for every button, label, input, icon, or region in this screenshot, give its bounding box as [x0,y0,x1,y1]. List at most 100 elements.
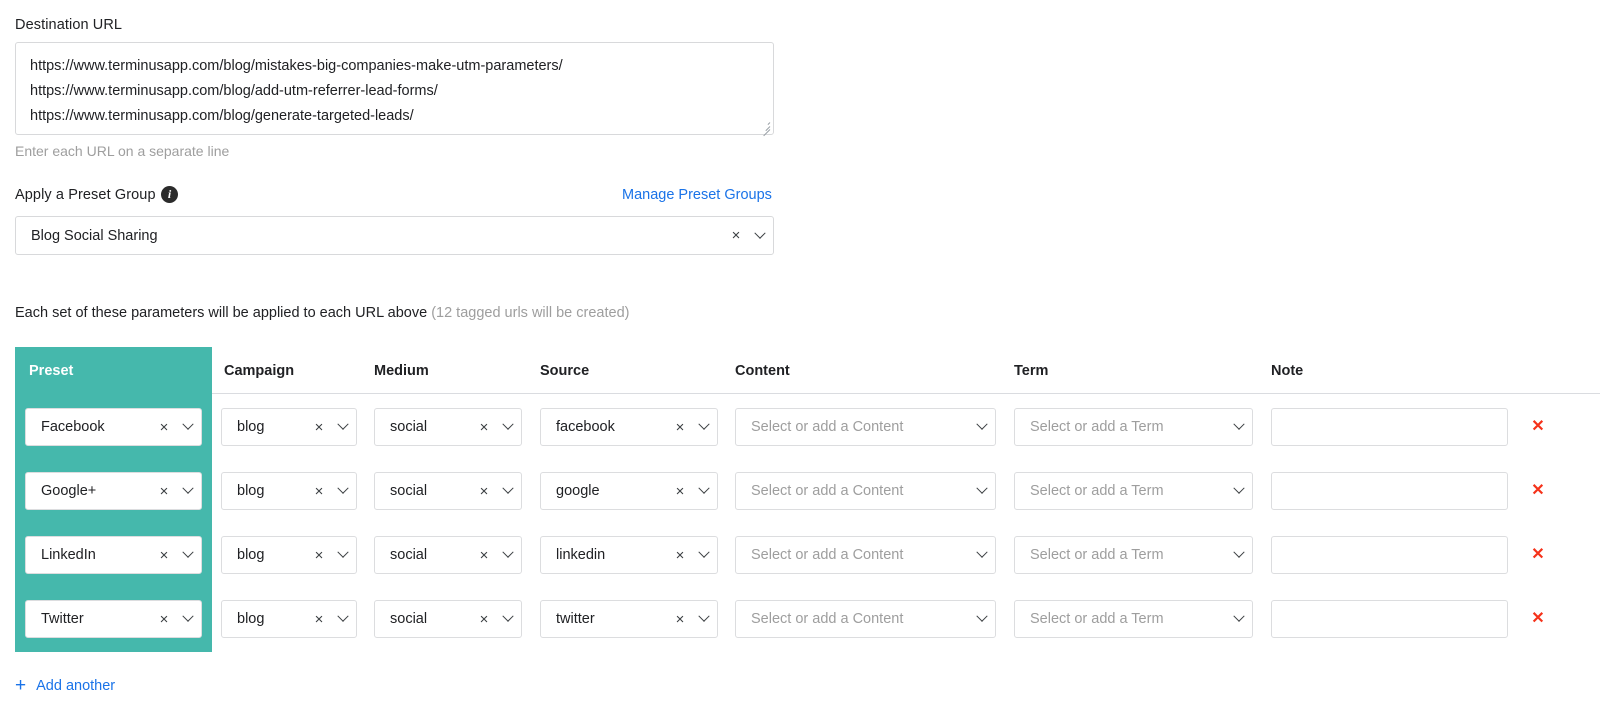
chevron-down-icon[interactable] [495,615,521,623]
campaign-select[interactable]: blog × [221,408,357,446]
column-header-content: Content [735,363,790,379]
chevron-down-icon[interactable] [1226,423,1252,431]
chevron-down-icon[interactable] [175,487,201,495]
chevron-down-icon[interactable] [969,615,995,623]
table-row[interactable]: LinkedIn × [25,536,202,574]
campaign-select[interactable]: blog × [221,536,357,574]
plus-icon: + [15,676,26,695]
destination-url-helper-text: Enter each URL on a separate line [15,143,229,159]
chevron-down-icon[interactable] [747,232,773,240]
add-another-button[interactable]: + Add another [15,676,115,695]
source-select[interactable]: facebook × [540,408,718,446]
source-value: facebook [556,419,669,435]
term-placeholder: Select or add a Term [1030,547,1226,563]
table-row[interactable]: Twitter × [25,600,202,638]
chevron-down-icon[interactable] [175,551,201,559]
chevron-down-icon[interactable] [495,423,521,431]
info-icon[interactable]: i [161,186,178,203]
content-placeholder: Select or add a Content [751,611,969,627]
table-row[interactable]: Facebook × [25,408,202,446]
clear-icon[interactable]: × [308,548,330,563]
chevron-down-icon[interactable] [691,487,717,495]
chevron-down-icon[interactable] [1226,551,1252,559]
manage-preset-groups-link[interactable]: Manage Preset Groups [622,187,772,203]
chevron-down-icon[interactable] [691,423,717,431]
preset-group-label: Apply a Preset Group [15,187,156,203]
medium-select[interactable]: social × [374,408,522,446]
column-header-term: Term [1014,363,1048,379]
chevron-down-icon[interactable] [330,423,356,431]
term-select[interactable]: Select or add a Term [1014,472,1253,510]
campaign-value: blog [237,419,308,435]
term-placeholder: Select or add a Term [1030,611,1226,627]
source-select[interactable]: google × [540,472,718,510]
chevron-down-icon[interactable] [495,551,521,559]
preset-group-select[interactable]: Blog Social Sharing × [15,216,774,255]
clear-icon[interactable]: × [153,484,175,499]
clear-icon[interactable]: × [473,484,495,499]
chevron-down-icon[interactable] [969,423,995,431]
medium-value: social [390,483,473,499]
delete-row-icon[interactable]: ✕ [1529,482,1547,500]
source-value: twitter [556,611,669,627]
campaign-select[interactable]: blog × [221,600,357,638]
medium-select[interactable]: social × [374,600,522,638]
term-placeholder: Select or add a Term [1030,419,1226,435]
chevron-down-icon[interactable] [175,615,201,623]
clear-icon[interactable]: × [725,228,747,243]
note-input[interactable] [1271,600,1508,638]
clear-icon[interactable]: × [153,548,175,563]
campaign-select[interactable]: blog × [221,472,357,510]
chevron-down-icon[interactable] [330,551,356,559]
chevron-down-icon[interactable] [969,551,995,559]
source-select[interactable]: twitter × [540,600,718,638]
term-select[interactable]: Select or add a Term [1014,408,1253,446]
clear-icon[interactable]: × [669,548,691,563]
medium-select[interactable]: social × [374,472,522,510]
clear-icon[interactable]: × [669,612,691,627]
clear-icon[interactable]: × [473,612,495,627]
table-header-divider [212,393,1600,394]
chevron-down-icon[interactable] [330,487,356,495]
note-input[interactable] [1271,472,1508,510]
clear-icon[interactable]: × [669,484,691,499]
clear-icon[interactable]: × [308,484,330,499]
parameters-note-main: Each set of these parameters will be app… [15,305,427,321]
chevron-down-icon[interactable] [175,423,201,431]
parameters-note-count: (12 tagged urls will be created) [431,305,629,321]
term-select[interactable]: Select or add a Term [1014,600,1253,638]
clear-icon[interactable]: × [308,612,330,627]
delete-row-icon[interactable]: ✕ [1529,418,1547,436]
medium-select[interactable]: social × [374,536,522,574]
chevron-down-icon[interactable] [1226,615,1252,623]
column-header-source: Source [540,363,589,379]
clear-icon[interactable]: × [153,612,175,627]
content-select[interactable]: Select or add a Content [735,472,996,510]
chevron-down-icon[interactable] [495,487,521,495]
term-select[interactable]: Select or add a Term [1014,536,1253,574]
column-header-medium: Medium [374,363,429,379]
clear-icon[interactable]: × [473,420,495,435]
note-input[interactable] [1271,408,1508,446]
chevron-down-icon[interactable] [969,487,995,495]
column-header-preset: Preset [29,363,73,379]
chevron-down-icon[interactable] [691,551,717,559]
content-select[interactable]: Select or add a Content [735,536,996,574]
delete-row-icon[interactable]: ✕ [1529,610,1547,628]
chevron-down-icon[interactable] [330,615,356,623]
term-placeholder: Select or add a Term [1030,483,1226,499]
content-select[interactable]: Select or add a Content [735,408,996,446]
clear-icon[interactable]: × [473,548,495,563]
chevron-down-icon[interactable] [691,615,717,623]
source-select[interactable]: linkedin × [540,536,718,574]
note-input[interactable] [1271,536,1508,574]
clear-icon[interactable]: × [669,420,691,435]
table-row[interactable]: Google+ × [25,472,202,510]
delete-row-icon[interactable]: ✕ [1529,546,1547,564]
content-select[interactable]: Select or add a Content [735,600,996,638]
medium-value: social [390,419,473,435]
clear-icon[interactable]: × [153,420,175,435]
chevron-down-icon[interactable] [1226,487,1252,495]
destination-url-textarea[interactable] [15,42,774,135]
clear-icon[interactable]: × [308,420,330,435]
